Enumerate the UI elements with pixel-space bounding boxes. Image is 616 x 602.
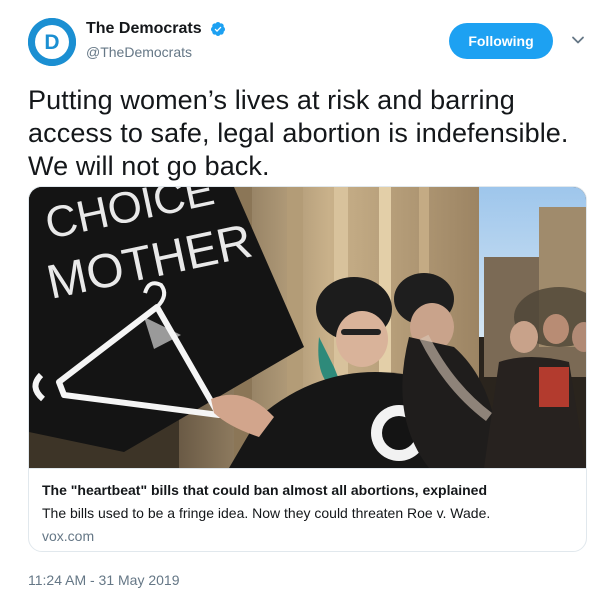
following-button[interactable]: Following [449, 23, 553, 59]
chevron-down-icon[interactable] [571, 33, 585, 47]
card-body: The "heartbeat" bills that could ban alm… [29, 468, 586, 551]
link-card[interactable]: CHOICE MOTHER The "heartbeat" bills that… [28, 186, 587, 552]
card-domain: vox.com [42, 528, 95, 544]
author-names: The Democrats @TheDemocrats [86, 20, 226, 60]
author-display-name[interactable]: The Democrats [86, 20, 202, 38]
tweet-text: Putting women’s lives at risk and barrin… [28, 85, 569, 181]
tweet-timestamp[interactable]: 11:24 AM - 31 May 2019 [28, 572, 180, 588]
avatar[interactable]: D [28, 18, 76, 66]
card-image: CHOICE MOTHER [29, 187, 586, 468]
card-description: The bills used to be a fringe idea. Now … [42, 505, 491, 521]
verified-badge-icon [211, 22, 226, 36]
democrats-logo-icon: D [28, 18, 76, 66]
author-handle[interactable]: @TheDemocrats [86, 44, 226, 60]
avatar-letter: D [44, 31, 59, 54]
tweet-header: D The Democrats @TheDemocrats Following [28, 18, 598, 70]
card-title[interactable]: The "heartbeat" bills that could ban alm… [42, 482, 487, 498]
